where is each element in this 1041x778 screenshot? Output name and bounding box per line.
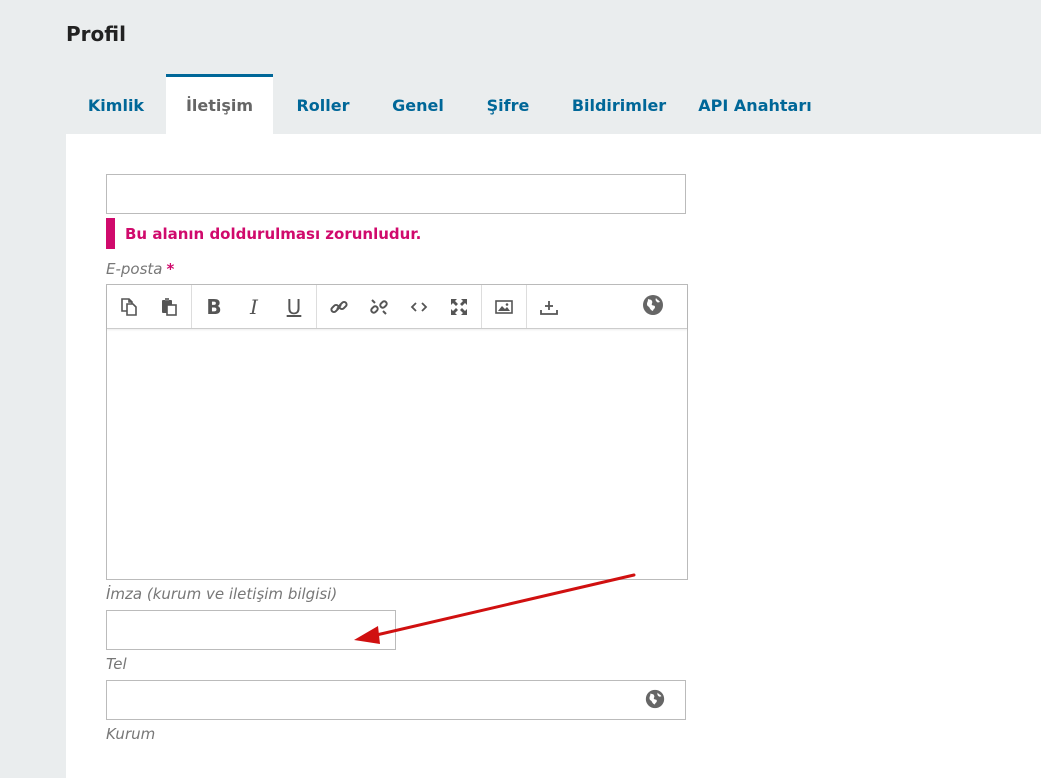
error-indicator-bar xyxy=(106,218,115,249)
fullscreen-button[interactable] xyxy=(439,285,479,328)
unlink-button[interactable] xyxy=(359,285,399,328)
format-group: B I U xyxy=(192,285,317,328)
bold-button[interactable]: B xyxy=(194,285,234,328)
insert-group xyxy=(317,285,482,328)
tab-api-anahtari[interactable]: API Anahtarı xyxy=(685,74,825,134)
institution-label: Kurum xyxy=(106,725,156,743)
tab-kimlik[interactable]: Kimlik xyxy=(66,74,166,134)
link-icon xyxy=(330,300,348,313)
upload-icon xyxy=(540,300,558,315)
institution-globe-icon[interactable] xyxy=(644,688,666,710)
fullscreen-icon xyxy=(451,298,467,315)
clipboard-group xyxy=(107,285,192,328)
image-button[interactable] xyxy=(484,285,524,328)
italic-button[interactable]: I xyxy=(234,285,274,328)
code-icon xyxy=(410,301,428,312)
paste-button[interactable] xyxy=(149,285,189,328)
email-field[interactable] xyxy=(106,174,686,214)
media-group xyxy=(482,285,527,328)
tab-genel[interactable]: Genel xyxy=(373,74,463,134)
unlink-icon xyxy=(370,298,388,315)
copy-button[interactable] xyxy=(109,285,149,328)
annotation-arrow-icon xyxy=(354,573,636,644)
page-title: Profil xyxy=(66,22,126,46)
institution-field-wrapper xyxy=(106,680,686,720)
image-icon xyxy=(495,299,513,314)
required-marker: * xyxy=(166,260,175,278)
code-button[interactable] xyxy=(399,285,439,328)
tab-bar: Kimlik İletişim Roller Genel Şifre Bildi… xyxy=(66,74,825,134)
email-label: E-posta * xyxy=(106,260,174,278)
signature-editor: B I U xyxy=(106,284,688,580)
editor-toolbar: B I U xyxy=(107,285,687,329)
tab-sifre[interactable]: Şifre xyxy=(463,74,553,134)
upload-button[interactable] xyxy=(529,285,569,328)
signature-label: İmza (kurum ve iletişim bilgisi) xyxy=(106,585,338,603)
upload-group xyxy=(527,285,571,328)
link-button[interactable] xyxy=(319,285,359,328)
paste-icon xyxy=(162,297,177,316)
bold-icon: B xyxy=(206,294,222,319)
italic-icon: I xyxy=(250,294,258,319)
underline-button[interactable]: U xyxy=(274,285,314,328)
copy-icon xyxy=(121,297,137,316)
phone-label: Tel xyxy=(106,655,127,673)
editor-content-area[interactable] xyxy=(107,329,687,580)
globe-icon[interactable] xyxy=(641,293,665,317)
tab-bildirimler[interactable]: Bildirimler xyxy=(553,74,685,134)
error-message: Bu alanın doldurulması zorunludur. xyxy=(125,224,422,243)
contact-form-panel: Bu alanın doldurulması zorunludur. E-pos… xyxy=(66,134,1041,778)
underline-icon: U xyxy=(286,294,302,319)
institution-field[interactable] xyxy=(106,680,686,720)
validation-error: Bu alanın doldurulması zorunludur. xyxy=(106,218,421,249)
email-label-text: E-posta xyxy=(106,260,163,278)
tab-roller[interactable]: Roller xyxy=(273,74,373,134)
tab-iletisim[interactable]: İletişim xyxy=(166,74,273,134)
